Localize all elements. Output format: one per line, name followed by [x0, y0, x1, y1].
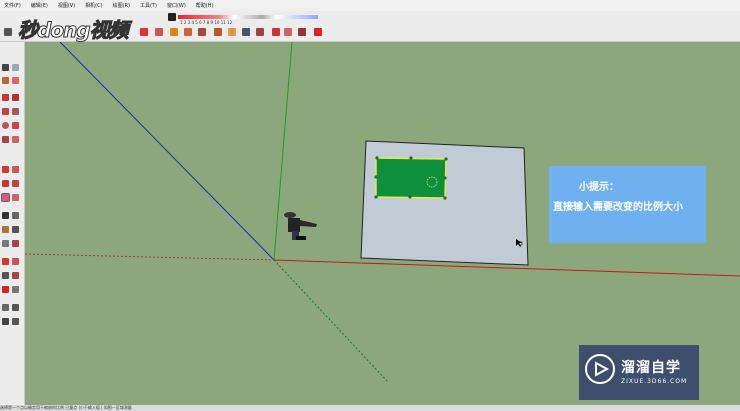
text-tool-icon[interactable]	[12, 226, 19, 233]
pan-icon[interactable]	[284, 28, 292, 36]
followme-tool-icon[interactable]	[12, 180, 19, 187]
tool-palette	[0, 42, 25, 407]
scale-icon[interactable]	[198, 28, 206, 36]
brand-watermark: 溜溜自学 ZIXUE.3D66.COM	[579, 345, 699, 400]
menu-tools[interactable]: 工具(T)	[140, 2, 157, 9]
move-icon[interactable]	[170, 28, 178, 36]
blue-axis	[59, 42, 275, 261]
human-figure	[284, 212, 317, 240]
3d-text-tool-icon[interactable]	[12, 240, 19, 247]
rotated-rect-icon[interactable]	[12, 108, 19, 115]
shadow-gradient[interactable]	[178, 15, 318, 19]
zoom-icon[interactable]	[298, 28, 306, 36]
play-icon	[585, 354, 615, 384]
menu-camera[interactable]: 相机(C)	[85, 2, 102, 9]
menu-help[interactable]: 帮助(H)	[196, 2, 214, 9]
paint-tool-icon[interactable]	[2, 77, 9, 84]
tape-icon[interactable]	[242, 28, 250, 36]
video-logo: 秒dong视频	[18, 18, 130, 43]
circle-tool-icon[interactable]	[2, 122, 9, 129]
rotate-icon[interactable]	[184, 28, 192, 36]
line-tool-icon[interactable]	[2, 94, 9, 101]
tip-title: 小提示：	[579, 182, 619, 193]
menu-file[interactable]: 文件(F)	[4, 2, 21, 9]
select-tool-icon[interactable]	[2, 64, 9, 71]
arc-tool-icon[interactable]	[2, 136, 9, 143]
status-bar: 选择第一个点以确定用于缩放的比例 已量点 |小于输入值 | 如图—区域测量	[0, 405, 740, 411]
grip-bottom-right[interactable]	[443, 196, 447, 200]
shadow-numbers: 1 2 3 4 5 6 7 8 9 10 11 12	[180, 20, 233, 25]
offset-tool-icon[interactable]	[12, 194, 19, 201]
zoom-extents-tool-icon[interactable]	[2, 286, 9, 293]
offset-icon[interactable]	[228, 28, 236, 36]
freehand-tool-icon[interactable]	[12, 94, 19, 101]
walk-tool-icon[interactable]	[2, 318, 9, 325]
section-tool-icon[interactable]	[12, 318, 19, 325]
menu-view[interactable]: 视图(V)	[58, 2, 75, 9]
grip-top-right[interactable]	[444, 157, 448, 161]
look-around-icon[interactable]	[12, 304, 19, 311]
shadow-settings: 1 2 3 4 5 6 7 8 9 10 11 12	[178, 13, 318, 25]
axes-tool-icon[interactable]	[2, 240, 9, 247]
eraser-tool-icon[interactable]	[12, 77, 19, 84]
brand-url: ZIXUE.3D66.COM	[621, 378, 688, 385]
tip-text: 直接输入需要改变的比例大小	[553, 202, 683, 213]
move-tool-icon[interactable]	[2, 166, 9, 173]
tape-tool-icon[interactable]	[2, 212, 9, 219]
select-icon[interactable]	[4, 28, 12, 36]
menu-draw[interactable]: 绘图(R)	[113, 2, 130, 9]
menu-bar: 文件(F) 编辑(E) 视图(V) 相机(C) 绘图(R) 工具(T) 窗口(W…	[0, 0, 740, 11]
scale-tool-icon[interactable]	[1, 193, 10, 202]
polygon-tool-icon[interactable]	[12, 122, 19, 129]
text-icon[interactable]	[256, 28, 264, 36]
zoom-window-icon[interactable]	[12, 272, 19, 279]
previous-view-icon[interactable]	[12, 286, 19, 293]
grip-mid-right[interactable]	[443, 176, 447, 180]
zoom-extents-icon[interactable]	[314, 28, 322, 36]
pushpull-tool-icon[interactable]	[12, 166, 19, 173]
orbit-icon[interactable]	[272, 28, 280, 36]
pushpull-icon[interactable]	[214, 28, 222, 36]
grip-mid-left[interactable]	[374, 175, 378, 179]
paint-icon[interactable]	[155, 28, 163, 36]
component-tool-icon[interactable]	[12, 64, 19, 71]
rotate-tool-icon[interactable]	[2, 180, 9, 187]
walk-icon[interactable]	[168, 13, 176, 21]
green-axis-dotted	[273, 259, 389, 383]
eraser-icon[interactable]	[140, 28, 148, 36]
menu-edit[interactable]: 编辑(E)	[31, 2, 48, 9]
red-axis-dotted	[25, 253, 275, 261]
grip-bottom-mid[interactable]	[408, 195, 412, 199]
grip-top-mid[interactable]	[409, 156, 413, 160]
protractor-tool-icon[interactable]	[2, 226, 9, 233]
dimension-tool-icon[interactable]	[12, 212, 19, 219]
grip-top-left[interactable]	[375, 156, 379, 160]
pie-tool-icon[interactable]	[12, 136, 19, 143]
menu-window[interactable]: 窗口(W)	[167, 2, 186, 9]
rectangle-tool-icon[interactable]	[2, 108, 9, 115]
zoom-tool-icon[interactable]	[2, 272, 9, 279]
position-camera-icon[interactable]	[2, 304, 9, 311]
grip-bottom-left[interactable]	[374, 195, 378, 199]
brand-name: 溜溜自学	[621, 360, 681, 376]
tip-box: 小提示： 直接输入需要改变的比例大小	[549, 166, 706, 243]
pan-tool-icon[interactable]	[12, 258, 19, 265]
orbit-tool-icon[interactable]	[2, 258, 9, 265]
